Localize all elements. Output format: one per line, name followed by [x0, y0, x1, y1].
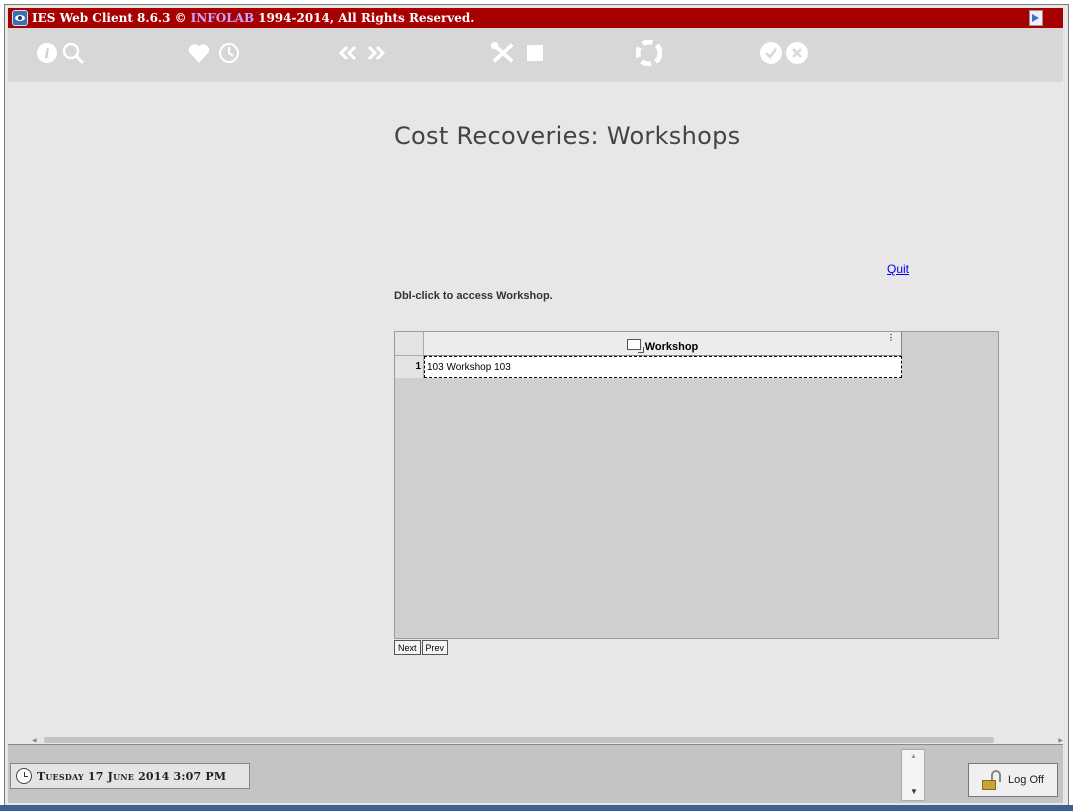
- column-header-workshop[interactable]: Workshop ⋮: [424, 332, 902, 356]
- app-name: IES Web Client 8.6.3 ©: [32, 11, 187, 25]
- page-title: Cost Recoveries: Workshops: [394, 122, 741, 150]
- instruction-text: Dbl-click to access Workshop.: [394, 290, 553, 302]
- row-number: 1: [395, 356, 424, 378]
- confirm-icon[interactable]: [758, 40, 784, 66]
- scroll-left-icon[interactable]: ◀: [32, 737, 37, 744]
- grid-header-row: Workshop ⋮: [395, 332, 902, 356]
- stop-icon[interactable]: [522, 40, 548, 66]
- prev-page-button[interactable]: Prev: [421, 640, 449, 655]
- next-page-button[interactable]: Next: [394, 640, 421, 655]
- date-display: Tuesday 17 June 2014 3:07 PM: [10, 763, 250, 789]
- scroll-up-icon[interactable]: ▲: [910, 753, 917, 760]
- history-icon[interactable]: [216, 40, 242, 66]
- export-icon: [626, 339, 644, 353]
- horizontal-scrollbar[interactable]: ◀ ▶: [30, 736, 1065, 744]
- next-icon[interactable]: [362, 40, 388, 66]
- toolbar: i: [8, 28, 1063, 106]
- lock-icon: [982, 770, 1004, 790]
- favorite-icon[interactable]: [186, 40, 212, 66]
- status-bar: Tuesday 17 June 2014 3:07 PM ▲ ▼ Log Off: [8, 744, 1063, 803]
- previous-icon[interactable]: [336, 40, 362, 66]
- table-row[interactable]: 1 103 Workshop 103: [395, 356, 902, 378]
- title-bar: IES Web Client 8.6.3 © INFOLAB 1994-2014…: [8, 8, 1063, 28]
- search-icon[interactable]: [60, 40, 86, 66]
- window-bottom-edge: [0, 805, 1073, 811]
- app-logo-icon: [12, 10, 28, 26]
- vertical-scroll-control[interactable]: ▲ ▼: [901, 749, 925, 801]
- workshop-grid: Workshop ⋮ 1 103 Workshop 103: [394, 331, 999, 639]
- pager: Next Prev: [394, 640, 449, 655]
- brand-name: INFOLAB: [190, 11, 255, 25]
- svg-text:i: i: [45, 47, 50, 62]
- info-icon[interactable]: i: [34, 40, 60, 66]
- quit-link[interactable]: Quit: [887, 262, 909, 276]
- workshop-cell[interactable]: 103 Workshop 103: [424, 356, 902, 378]
- date-text: Tuesday 17 June 2014 3:07 PM: [37, 769, 227, 783]
- app-window: IES Web Client 8.6.3 © INFOLAB 1994-2014…: [0, 0, 1073, 811]
- window-menu-icon[interactable]: [1029, 10, 1043, 26]
- scroll-thumb[interactable]: [44, 737, 994, 743]
- scroll-down-icon[interactable]: ▼: [910, 787, 918, 796]
- cancel-icon[interactable]: [784, 40, 810, 66]
- log-off-button[interactable]: Log Off: [968, 763, 1058, 797]
- recycle-icon[interactable]: [636, 40, 662, 66]
- clock-icon: [16, 768, 32, 784]
- column-menu-icon[interactable]: ⋮: [887, 333, 895, 342]
- grid-corner: [395, 332, 424, 356]
- tools-icon[interactable]: [490, 40, 516, 66]
- column-header-label: Workshop: [644, 340, 699, 353]
- copyright-text: 1994-2014, All Rights Reserved.: [258, 11, 475, 25]
- scroll-right-icon[interactable]: ▶: [1058, 737, 1063, 744]
- log-off-label: Log Off: [1008, 774, 1044, 786]
